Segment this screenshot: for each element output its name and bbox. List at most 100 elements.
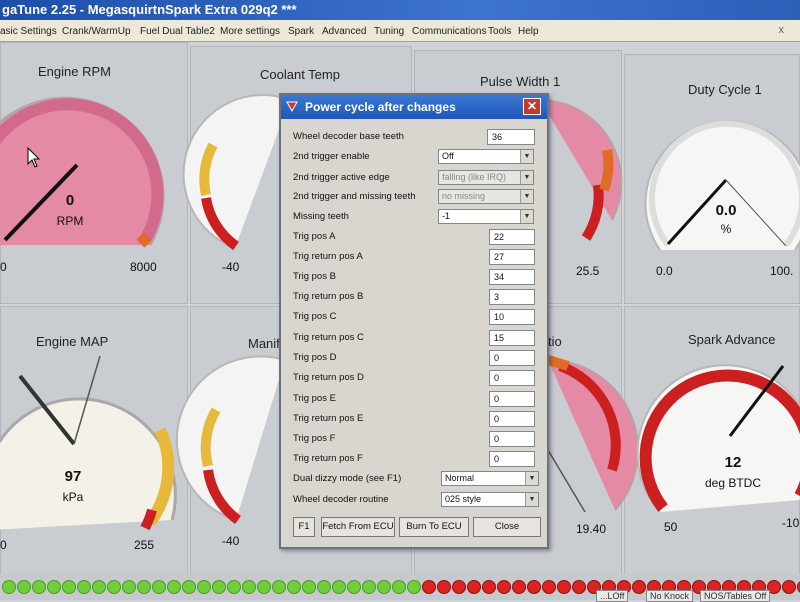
led-green (347, 580, 361, 594)
field-value: Off (442, 151, 454, 161)
app-icon (286, 101, 298, 113)
led-green (392, 580, 406, 594)
led-red (482, 580, 496, 594)
dialog-title: Power cycle after changes (305, 100, 456, 114)
led-red (497, 580, 511, 594)
burn-to-ecu-button[interactable]: Burn To ECU (399, 517, 469, 537)
led-green (287, 580, 301, 594)
field-value: 15 (494, 333, 505, 343)
field-value: 34 (494, 272, 505, 282)
dropdown-arrow-icon[interactable]: ▼ (520, 171, 533, 184)
field-value: 0 (494, 394, 500, 404)
field-value: 22 (494, 232, 505, 242)
field-label: Wheel decoder routine (293, 494, 389, 505)
led-green (212, 580, 226, 594)
field-label: Trig return pos D (293, 372, 364, 383)
led-red (542, 580, 556, 594)
dropdown-arrow-icon[interactable]: ▼ (525, 493, 538, 506)
field-label: Trig pos D (293, 352, 337, 363)
field-value: no missing (442, 191, 486, 201)
led-green (62, 580, 76, 594)
led-green (242, 580, 256, 594)
status-box-nos: NOS/Tables Off (700, 590, 771, 602)
field-value: 0 (494, 454, 500, 464)
led-green (197, 580, 211, 594)
field-label: Trig return pos B (293, 291, 364, 302)
field-select: no missing ▼ (438, 189, 534, 204)
field-label: 2nd trigger active edge (293, 172, 390, 183)
status-box-1: ...LOff (596, 590, 629, 602)
led-red (782, 580, 796, 594)
field-input[interactable]: 3 (489, 289, 535, 305)
field-label: Trig return pos F (293, 453, 363, 464)
field-value: 0 (494, 373, 500, 383)
led-green (2, 580, 16, 594)
led-green (182, 580, 196, 594)
field-input[interactable]: 22 (489, 229, 535, 245)
led-green (47, 580, 61, 594)
field-input[interactable]: 0 (489, 370, 535, 386)
led-green (407, 580, 421, 594)
mouse-cursor-icon (27, 146, 41, 168)
led-red (437, 580, 451, 594)
field-select[interactable]: Off ▼ (438, 149, 534, 164)
field-input[interactable]: 36 (487, 129, 535, 145)
field-value: Normal (445, 473, 475, 483)
field-value: 0 (494, 414, 500, 424)
power-cycle-dialog: Power cycle after changes ✕ Wheel decode… (279, 93, 549, 549)
led-green (107, 580, 121, 594)
field-input[interactable]: 15 (489, 330, 535, 346)
field-label: Trig pos A (293, 231, 336, 242)
field-label: Missing teeth (293, 211, 349, 222)
field-value: 3 (494, 292, 500, 302)
field-value: 10 (494, 312, 505, 322)
spark-max: -10 (782, 516, 800, 530)
led-red (572, 580, 586, 594)
field-value: -1 (442, 211, 451, 221)
field-value: falling (like IRQ) (442, 172, 507, 182)
field-input[interactable]: 0 (489, 451, 535, 467)
dialog-close-icon[interactable]: ✕ (523, 98, 541, 115)
field-input[interactable]: 27 (489, 249, 535, 265)
field-select[interactable]: -1 ▼ (438, 209, 534, 224)
field-input[interactable]: 0 (489, 411, 535, 427)
field-label: Trig return pos A (293, 251, 363, 262)
led-green (167, 580, 181, 594)
field-value: 0 (494, 353, 500, 363)
field-value: 36 (492, 132, 503, 142)
f1-button[interactable]: F1 (293, 517, 315, 537)
led-red (422, 580, 436, 594)
field-select: falling (like IRQ) ▼ (438, 170, 534, 185)
field-label: 2nd trigger and missing teeth (293, 191, 416, 202)
field-value: 0 (494, 434, 500, 444)
field-value: 27 (494, 252, 505, 262)
led-green (152, 580, 166, 594)
led-green (77, 580, 91, 594)
dropdown-arrow-icon[interactable]: ▼ (520, 150, 533, 163)
led-red (452, 580, 466, 594)
led-green (377, 580, 391, 594)
field-input[interactable]: 0 (489, 350, 535, 366)
close-button[interactable]: Close (473, 517, 541, 537)
dropdown-arrow-icon[interactable]: ▼ (520, 210, 533, 223)
led-green (272, 580, 286, 594)
led-green (137, 580, 151, 594)
dropdown-arrow-icon[interactable]: ▼ (520, 190, 533, 203)
field-select[interactable]: 025 style ▼ (441, 492, 539, 507)
fetch-from-ecu-button[interactable]: Fetch From ECU (321, 517, 395, 537)
led-red (527, 580, 541, 594)
field-input[interactable]: 0 (489, 431, 535, 447)
dropdown-arrow-icon[interactable]: ▼ (525, 472, 538, 485)
field-input[interactable]: 10 (489, 309, 535, 325)
led-green (317, 580, 331, 594)
led-green (302, 580, 316, 594)
dialog-titlebar[interactable]: Power cycle after changes ✕ (281, 95, 547, 119)
led-green (32, 580, 46, 594)
field-input[interactable]: 34 (489, 269, 535, 285)
led-green (17, 580, 31, 594)
led-red (632, 580, 646, 594)
field-select[interactable]: Normal ▼ (441, 471, 539, 486)
led-green (332, 580, 346, 594)
field-label: Dual dizzy mode (see F1) (293, 473, 402, 484)
field-input[interactable]: 0 (489, 391, 535, 407)
